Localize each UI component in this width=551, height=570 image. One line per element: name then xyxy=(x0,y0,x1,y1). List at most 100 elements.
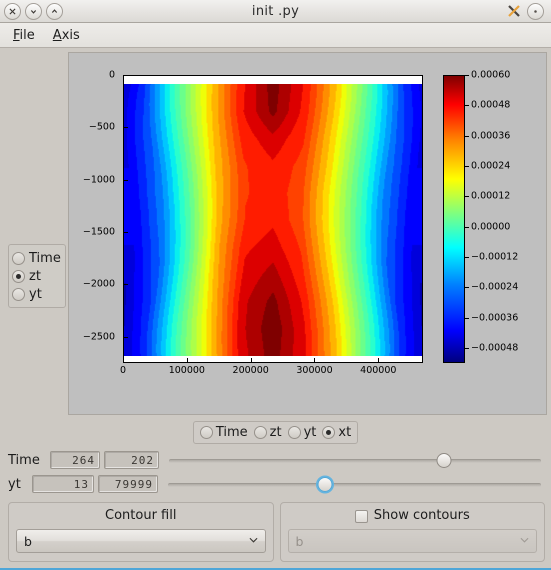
bottom-controls: Contour fill b Show contours b xyxy=(0,500,551,570)
y-tick-label: −2000 xyxy=(82,278,115,290)
radio-option-xt-horizontal[interactable]: xt xyxy=(322,424,351,441)
x-tick-mark xyxy=(314,358,316,363)
colorbar-tick-label: −0.00012 xyxy=(471,251,519,263)
show-contours-group: Show contours b xyxy=(279,502,545,562)
colorbar-tick-label: 0.00048 xyxy=(471,99,511,111)
maximize-button[interactable] xyxy=(46,2,63,20)
y-tick-mark xyxy=(123,284,128,286)
contour-fill-select[interactable]: b xyxy=(16,529,266,553)
radio-label-yt-vertical: yt xyxy=(29,286,42,302)
colorbar-tick-label: −0.00024 xyxy=(471,281,519,293)
colorbar-tick-mark xyxy=(465,135,469,137)
x-tick-mark xyxy=(123,358,124,363)
y-tick-mark xyxy=(123,232,128,234)
yt-slider-handle[interactable] xyxy=(317,477,333,492)
radio-option-zt-horizontal[interactable]: zt xyxy=(253,424,282,441)
close-button[interactable] xyxy=(4,2,21,20)
menu-item-axis[interactable]: Axis xyxy=(46,26,87,45)
yt-slider[interactable] xyxy=(168,474,541,494)
window-controls-left xyxy=(4,2,63,20)
y-tick-label: −500 xyxy=(88,121,115,133)
colorbar xyxy=(443,75,465,363)
plot-and-selector-area: Time zt yt 0 −500 −1000 −1500−2000 −2500… xyxy=(0,48,551,415)
menu-axis-accel: A xyxy=(52,27,62,43)
menu-item-file[interactable]: File xyxy=(6,26,42,45)
contour-axes xyxy=(123,75,423,363)
y-tick-label: −1500 xyxy=(82,226,115,238)
radio-icon-time-vertical[interactable] xyxy=(12,251,25,265)
radio-option-yt-vertical[interactable]: yt xyxy=(12,285,62,303)
horizontal-selector-row: Time zt yt xt xyxy=(0,415,551,446)
x-tick-label: 100000 xyxy=(168,365,205,376)
colorbar-tick-mark xyxy=(465,317,469,319)
radio-icon-yt-horizontal[interactable] xyxy=(287,426,301,439)
colorbar-tick-label: 0.00036 xyxy=(471,130,511,142)
x-axis-tick-labels: 0 100000 200000 300000 400000 xyxy=(119,365,423,381)
time-slider-handle[interactable] xyxy=(436,453,452,468)
contour-fill-group: Contour fill b xyxy=(8,502,274,562)
colorbar-tick-mark xyxy=(465,196,469,198)
radio-option-time-vertical[interactable]: Time xyxy=(12,249,62,267)
x-tick-label: 200000 xyxy=(232,365,269,376)
time-slider-row: Time 264 202 xyxy=(8,448,545,472)
colorbar-tick-mark xyxy=(465,287,469,289)
window-controls-right xyxy=(506,2,547,20)
colorbar-tick-label: 0.00060 xyxy=(471,69,511,81)
radio-option-yt-horizontal[interactable]: yt xyxy=(287,424,316,441)
colorbar-tick-label: 0.00000 xyxy=(471,221,511,233)
colorbar-tick-mark xyxy=(465,347,469,349)
colorbar-tick-mark xyxy=(465,75,469,76)
yt-slider-track[interactable] xyxy=(168,483,541,487)
time-slider-label: Time xyxy=(8,452,40,468)
yt-value-display: 79999 xyxy=(98,475,158,493)
colorbar-tick-label: −0.00036 xyxy=(471,312,519,324)
radio-option-zt-vertical[interactable]: zt xyxy=(12,267,62,285)
chevron-down-icon-disabled xyxy=(520,536,529,546)
x-tick-mark xyxy=(250,358,252,363)
x-tick-mark xyxy=(378,358,380,363)
y-tick-mark xyxy=(123,127,128,129)
radio-icon-yt-vertical[interactable] xyxy=(12,287,25,301)
yt-slider-label: yt xyxy=(8,476,21,492)
show-contours-select[interactable]: b xyxy=(287,529,537,553)
title-bar: init .py xyxy=(0,0,551,23)
chevron-down-icon xyxy=(249,536,258,546)
x-tick-mark xyxy=(186,358,188,363)
menu-axis-rest: xis xyxy=(61,27,80,43)
y-tick-mark xyxy=(123,179,128,181)
show-contours-header: Show contours xyxy=(288,508,538,524)
menu-file-rest: ile xyxy=(19,27,35,43)
x-tick-label: 300000 xyxy=(296,365,333,376)
y-tick-mark xyxy=(123,336,128,338)
colorbar-tick-mark xyxy=(465,256,469,258)
radio-label-zt-horizontal: zt xyxy=(269,425,282,440)
radio-icon-zt-horizontal[interactable] xyxy=(253,426,267,439)
plot-canvas[interactable]: 0 −500 −1000 −1500 −2000 −2500 0 100000 200000 3… xyxy=(68,52,547,415)
time-slider-track[interactable] xyxy=(169,459,541,463)
time-value-display: 202 xyxy=(104,451,159,469)
y-tick-label: −1000 xyxy=(82,174,115,186)
radio-label-time-horizontal: Time xyxy=(215,425,248,440)
colorbar-tick-mark xyxy=(465,165,469,167)
colorbar-tick-labels: 0.00060 0.00048 0.00036 0.00024 0.00012 0.000… xyxy=(467,70,537,363)
show-contours-checkbox[interactable] xyxy=(354,509,368,523)
show-contours-selected-value: b xyxy=(295,533,304,549)
minimize-button[interactable] xyxy=(25,2,42,20)
colorbar-tick-mark xyxy=(465,105,469,107)
radio-icon-zt-vertical[interactable] xyxy=(12,269,25,283)
colorbar-tick-label: −0.00048 xyxy=(471,342,519,354)
window-menu-button[interactable] xyxy=(527,2,544,20)
colorbar-tick-label: 0.00024 xyxy=(471,160,511,172)
radio-option-time-horizontal[interactable]: Time xyxy=(199,424,248,441)
x-tick-label: 0 xyxy=(119,365,127,376)
colorbar-tick-label: 0.00012 xyxy=(471,190,511,202)
left-column: Time zt yt xyxy=(4,52,66,415)
contour-fill-selected-value: b xyxy=(24,533,32,549)
radio-icon-xt-horizontal[interactable] xyxy=(322,426,336,439)
menu-bar: File Axis xyxy=(0,23,551,48)
time-slider[interactable] xyxy=(169,450,541,470)
application-icon xyxy=(506,3,522,19)
radio-icon-time-horizontal[interactable] xyxy=(199,426,213,439)
horizontal-axis-selector: Time zt yt xt xyxy=(192,421,359,444)
main-content: Time zt yt 0 −500 −1000 −1500−2000 −2500… xyxy=(0,48,551,570)
